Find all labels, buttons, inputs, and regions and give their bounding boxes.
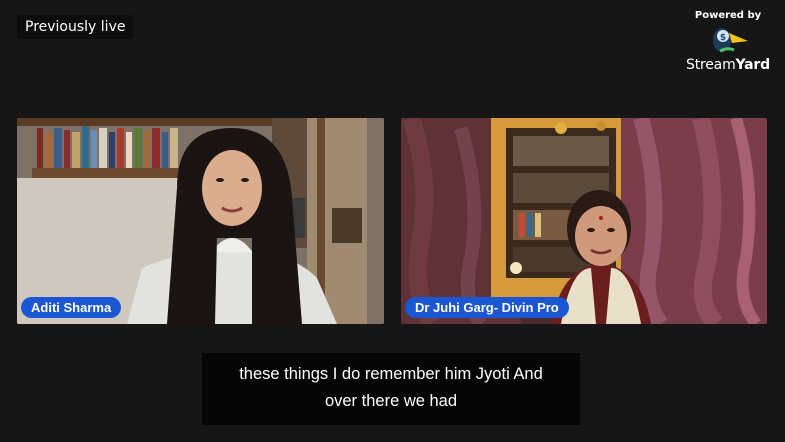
caption-line-2: over there we had — [324, 392, 458, 410]
live-captions: these things I do remember him Jyoti And… — [202, 353, 580, 425]
live-status-badge: Previously live — [17, 15, 134, 39]
wordmark-stream: Stream — [686, 57, 736, 73]
participant-name-tag: Dr Juhi Garg- Divin Pro — [405, 297, 569, 318]
caption-line-1: these things I do remember him Jyoti And — [239, 365, 543, 383]
participant-tile-juhi[interactable]: Dr Juhi Garg- Divin Pro — [401, 118, 767, 324]
svg-text:$: $ — [720, 33, 726, 43]
broadcast-stage: Previously live Powered by $ StreamYard — [0, 0, 785, 442]
streamyard-branding: Powered by $ StreamYard — [683, 10, 773, 73]
duck-logo-icon: $ — [713, 28, 748, 53]
powered-by-label: Powered by — [694, 10, 762, 21]
wordmark-yard: Yard — [735, 57, 771, 73]
participant-name-tag: Aditi Sharma — [21, 297, 122, 318]
participant-video-aditi — [17, 118, 384, 324]
participant-video-juhi — [401, 118, 767, 324]
streamyard-wordmark: StreamYard — [683, 57, 773, 73]
participant-tile-aditi[interactable]: Aditi Sharma — [17, 118, 384, 324]
